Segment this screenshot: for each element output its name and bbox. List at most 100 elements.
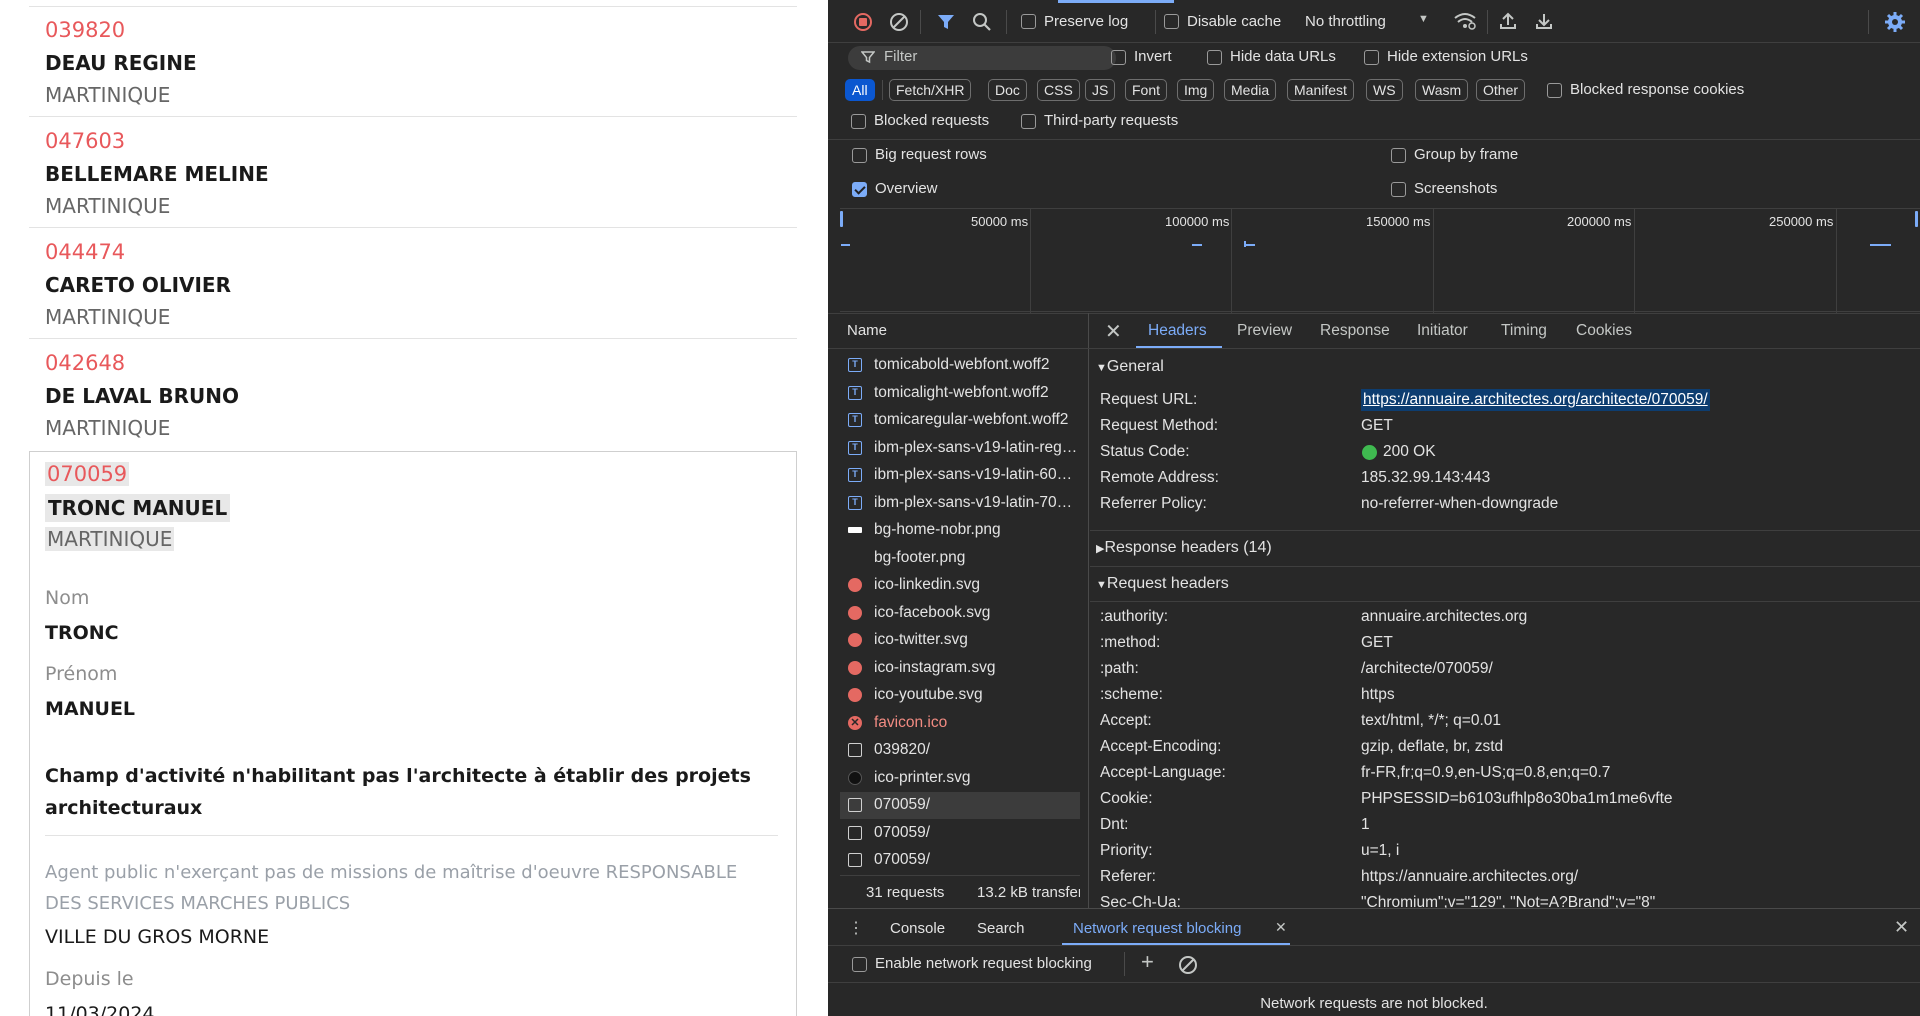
request-row[interactable]: Tibm-plex-sans-v19-latin-regular.woff2 [840, 435, 1080, 462]
request-row[interactable]: 039820/ [840, 737, 1080, 764]
group-by-frame-checkbox[interactable] [1391, 148, 1406, 163]
add-pattern-icon[interactable]: + [1141, 949, 1154, 975]
hide-extension-urls-checkbox[interactable] [1364, 50, 1379, 65]
list-item[interactable]: 042648 DE LAVAL BRUNO MARTINIQUE [29, 339, 797, 451]
third-party-requests-label: Third-party requests [1044, 112, 1179, 129]
type-filter-other[interactable]: Other [1476, 79, 1526, 101]
request-row[interactable]: ✕ favicon.ico [840, 710, 1080, 737]
type-filter-manifest[interactable]: Manifest [1287, 79, 1354, 101]
header-value: GET [1361, 634, 1393, 651]
close-icon[interactable]: ✕ [1105, 319, 1122, 344]
screenshots-checkbox[interactable] [1391, 182, 1406, 197]
tab-initiator[interactable]: Initiator [1417, 322, 1468, 340]
tab-timing[interactable]: Timing [1501, 322, 1547, 340]
panel-splitter[interactable] [1088, 313, 1089, 908]
request-row[interactable]: ico-printer.svg [840, 765, 1080, 792]
tab-cookies[interactable]: Cookies [1576, 322, 1632, 340]
request-url-value[interactable]: https://annuaire.architectes.org/archite… [1361, 389, 1710, 411]
response-headers-toggle[interactable]: ▶Response headers (14) [1096, 539, 1272, 557]
list-item[interactable]: 044474 CARETO OLIVIER MARTINIQUE [29, 228, 797, 339]
request-row[interactable]: Ttomicaregular-webfont.woff2 [840, 407, 1080, 434]
request-row[interactable]: Ttomicabold-webfont.woff2 [840, 352, 1080, 379]
request-row[interactable]: bg-home-nobr.png [840, 517, 1080, 544]
type-filter-wasm[interactable]: Wasm [1415, 79, 1469, 101]
selected-code: 070059 [45, 462, 130, 486]
network-conditions-icon[interactable] [1453, 11, 1477, 35]
overview-checkbox[interactable] [852, 182, 867, 197]
request-row-selected[interactable]: 070059/ [840, 792, 1080, 819]
type-filter-media[interactable]: Media [1224, 79, 1277, 101]
type-filter-js[interactable]: JS [1085, 79, 1116, 101]
chevron-down-icon[interactable]: ▼ [1418, 13, 1429, 25]
enable-request-blocking-checkbox[interactable] [852, 957, 867, 972]
header-key: Accept-Encoding: [1100, 738, 1222, 755]
export-har-icon[interactable] [1534, 11, 1554, 35]
document-icon [848, 853, 862, 867]
blocked-response-cookies-checkbox[interactable] [1547, 83, 1562, 98]
type-filter-all[interactable]: All [845, 79, 875, 101]
record-stop-icon[interactable] [853, 12, 873, 36]
selected-architect-card[interactable]: 070059 TRONC MANUEL MARTINIQUE Nom TRONC… [29, 451, 797, 1016]
throttling-select[interactable]: No throttling [1305, 13, 1386, 30]
type-filter-css[interactable]: CSS [1037, 79, 1080, 101]
hide-data-urls-checkbox[interactable] [1207, 50, 1222, 65]
request-headers-toggle[interactable]: ▼Request headers [1096, 575, 1229, 593]
disable-cache-label: Disable cache [1187, 13, 1282, 30]
invert-checkbox[interactable] [1111, 50, 1126, 65]
request-row[interactable]: ico-linkedin.svg [840, 572, 1080, 599]
request-row[interactable]: ico-twitter.svg [840, 627, 1080, 654]
remove-all-patterns-icon[interactable] [1178, 955, 1198, 979]
type-filter-img[interactable]: Img [1177, 79, 1215, 101]
activity-line-1: Champ d'activité n'habilitant pas l'arch… [45, 765, 751, 787]
preserve-log-checkbox[interactable] [1021, 14, 1036, 29]
clear-icon[interactable] [889, 12, 909, 36]
font-file-icon: T [848, 358, 862, 372]
request-row[interactable]: Tibm-plex-sans-v19-latin-600.woff2 [840, 462, 1080, 489]
search-icon[interactable] [972, 12, 992, 36]
disable-cache-checkbox[interactable] [1164, 14, 1179, 29]
type-filter-ws[interactable]: WS [1366, 79, 1403, 101]
general-section-toggle[interactable]: ▼General [1096, 358, 1164, 376]
blocked-requests-checkbox[interactable] [851, 114, 866, 129]
status-ok-icon [1362, 445, 1377, 460]
list-item[interactable]: 039820 DEAU REGINE MARTINIQUE [29, 6, 797, 117]
network-overview-timeline[interactable]: 50000 ms 100000 ms 150000 ms 200000 ms 2… [840, 208, 1920, 313]
request-row[interactable]: bg-footer.png [840, 545, 1080, 572]
more-tools-icon[interactable]: ⋮ [848, 918, 864, 938]
timeline-handle-right[interactable] [1915, 211, 1918, 227]
request-row[interactable]: 070059/ [840, 820, 1080, 847]
gear-icon[interactable] [1884, 11, 1906, 37]
name-column-header[interactable]: Name [847, 322, 887, 339]
filter-funnel-icon[interactable] [936, 12, 956, 36]
drawer-tab-request-blocking[interactable]: Network request blocking [1073, 920, 1241, 937]
drawer-tab-search[interactable]: Search [977, 920, 1025, 937]
close-drawer-icon[interactable]: ✕ [1894, 917, 1909, 938]
type-filter-doc[interactable]: Doc [988, 79, 1027, 101]
timeline-tick-label: 100000 ms [1165, 214, 1230, 229]
timeline-gridline [1836, 209, 1837, 313]
tab-headers[interactable]: Headers [1148, 322, 1207, 340]
printer-icon [848, 770, 862, 785]
header-value: 185.32.99.143:443 [1361, 469, 1491, 486]
request-row[interactable]: ico-instagram.svg [840, 655, 1080, 682]
close-tab-icon[interactable]: ✕ [1275, 919, 1287, 936]
drawer-tab-console[interactable]: Console [890, 920, 945, 937]
tab-response[interactable]: Response [1320, 322, 1390, 340]
timeline-handle-left[interactable] [840, 211, 843, 227]
blocked-requests-label: Blocked requests [874, 112, 990, 129]
big-request-rows-checkbox[interactable] [852, 148, 867, 163]
nom-value: TRONC [45, 622, 119, 644]
type-filter-fetch-xhr[interactable]: Fetch/XHR [889, 79, 972, 101]
request-row[interactable]: ico-youtube.svg [840, 682, 1080, 709]
divider [828, 139, 1920, 140]
request-row[interactable]: Tibm-plex-sans-v19-latin-700.woff2 [840, 490, 1080, 517]
list-item[interactable]: 047603 BELLEMARE MELINE MARTINIQUE [29, 117, 797, 228]
request-row[interactable]: 070059/ [840, 847, 1080, 874]
request-row[interactable]: Ttomicalight-webfont.woff2 [840, 380, 1080, 407]
tab-preview[interactable]: Preview [1237, 322, 1292, 340]
third-party-requests-checkbox[interactable] [1021, 114, 1036, 129]
header-key: Accept: [1100, 712, 1152, 729]
type-filter-font[interactable]: Font [1125, 79, 1168, 101]
request-row[interactable]: ico-facebook.svg [840, 600, 1080, 627]
import-har-icon[interactable] [1498, 11, 1518, 35]
